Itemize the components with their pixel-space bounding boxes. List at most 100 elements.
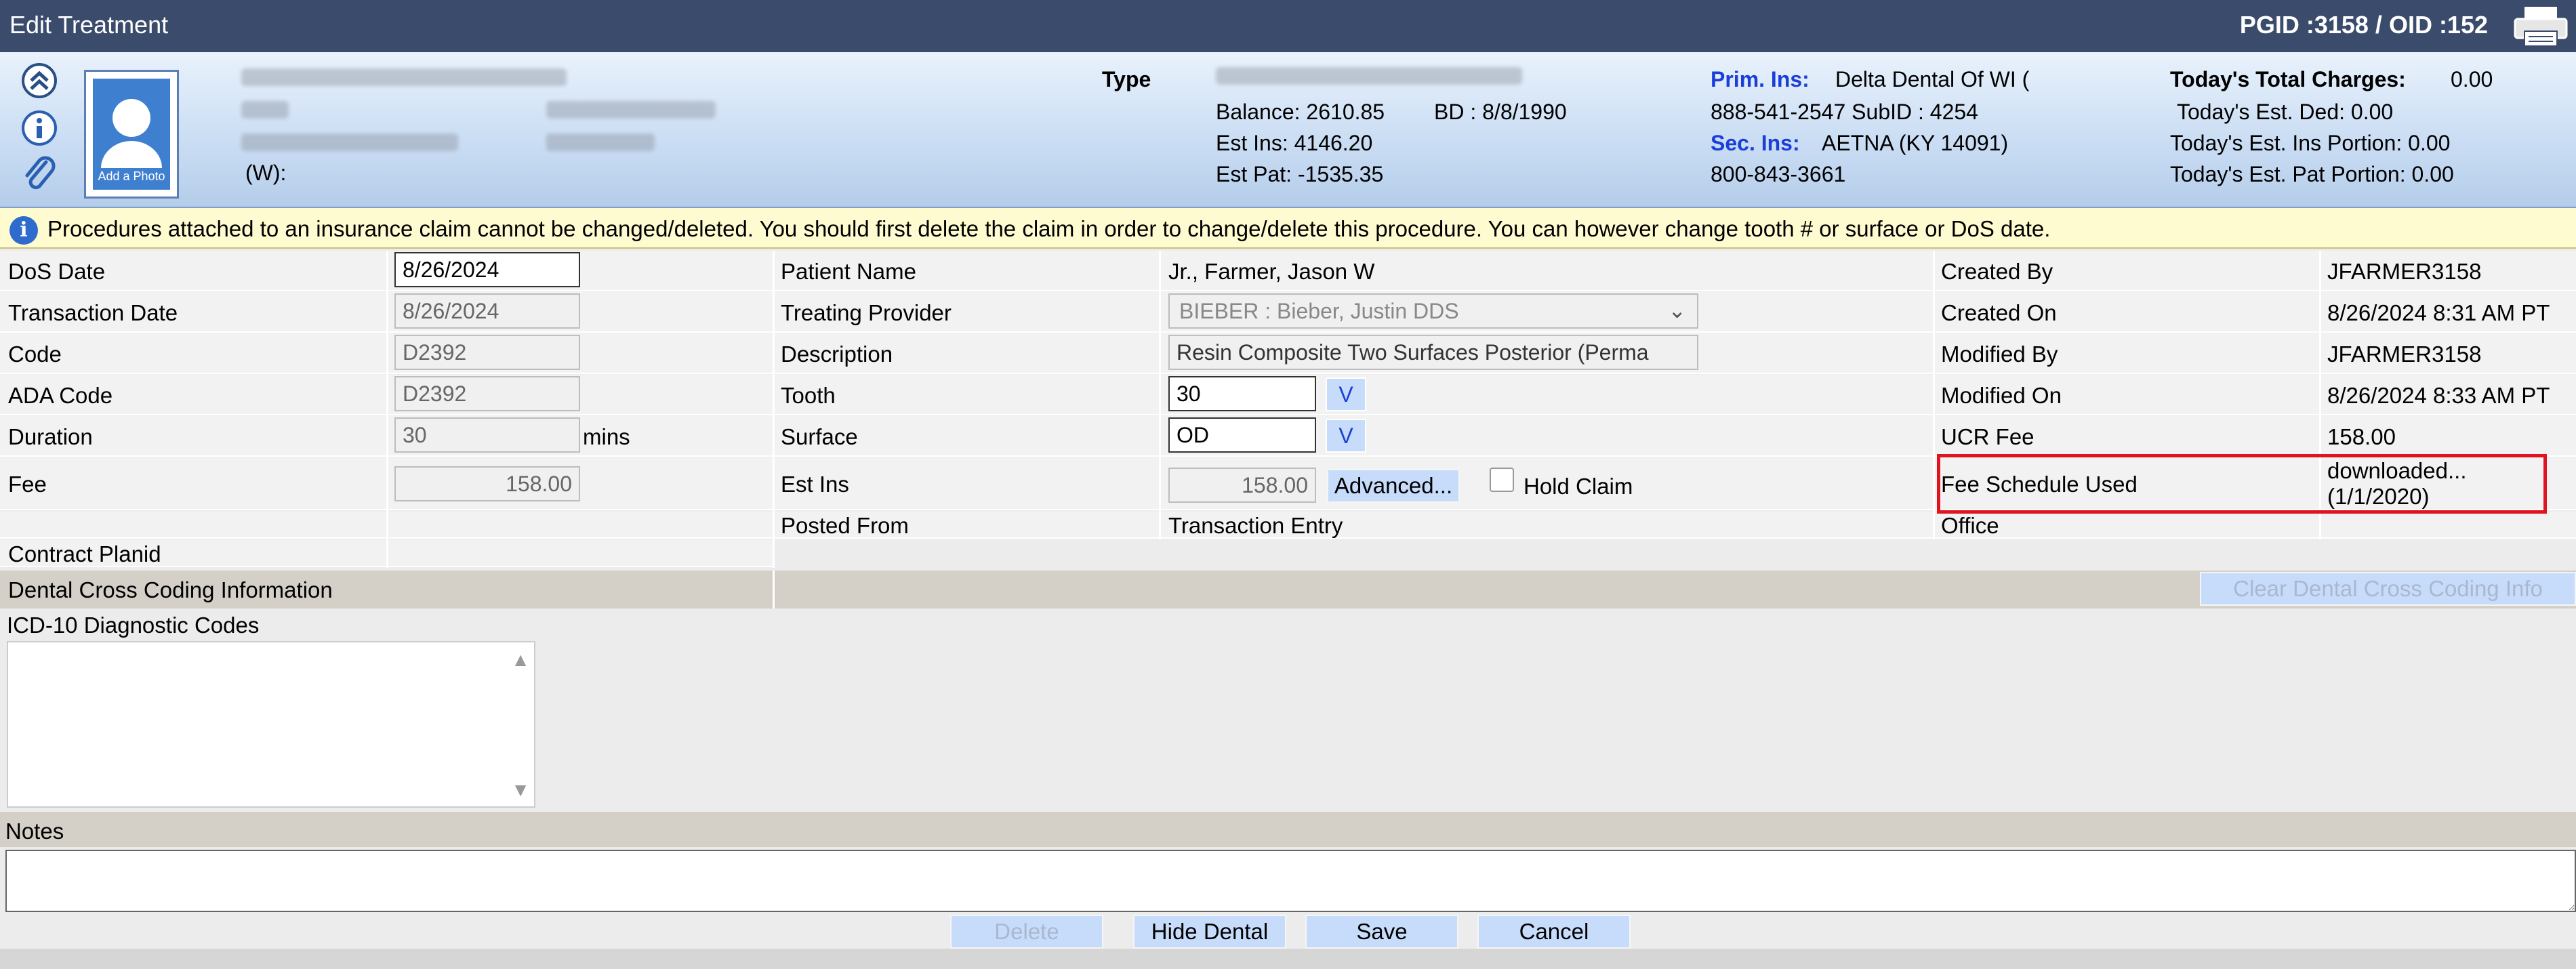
modified-by-label: Modified By [1941,342,2058,367]
cross-coding-bar [0,571,2576,609]
photo-caption: Add a Photo [98,169,165,183]
created-on-value: 8/26/2024 8:31 AM PT [2327,300,2550,325]
blurred-field [546,133,655,151]
dos-label: DoS Date [8,259,106,284]
surface-label: Surface [781,424,858,449]
cancel-button[interactable]: Cancel [1477,915,1631,949]
printer-icon[interactable] [2511,4,2571,49]
description-input[interactable] [1168,335,1698,370]
info-icon: i [9,216,38,245]
info-icon[interactable] [20,109,58,147]
fee-schedule-highlight [1937,454,2547,514]
est-ins-label: Est Ins [781,472,849,497]
code-label: Code [8,342,62,367]
save-button[interactable]: Save [1305,915,1458,949]
divider [1159,251,1161,539]
sec-ins-label: Sec. Ins: [1711,131,1800,155]
est-ded: Today's Est. Ded: 0.00 [2177,100,2394,124]
ucr-fee-value: 158.00 [2327,424,2396,449]
notes-label: Notes [5,819,64,844]
banner-text: Procedures attached to an insurance clai… [47,216,2051,241]
est-ins-input[interactable] [1168,468,1316,503]
surface-input[interactable] [1168,417,1316,453]
work-phone-label: (W): [245,161,287,185]
bottom-strip [0,949,2576,969]
add-photo-button[interactable]: Add a Photo [84,70,179,199]
blurred-patient-name [241,68,567,86]
prim-ins-details: 888-541-2547 SubID : 4254 [1711,100,1978,124]
collapse-icon[interactable] [20,62,58,100]
est-pat: Est Pat: -1535.35 [1216,162,1384,186]
patient-name-value: Jr., Farmer, Jason W [1168,259,1375,284]
transaction-date-input[interactable] [394,293,580,329]
practice-ids: PGID :3158 / OID :152 [2239,11,2488,39]
duration-input[interactable] [394,417,580,453]
transaction-date-label: Transaction Date [8,300,178,325]
hide-dental-button[interactable]: Hide Dental [1133,915,1286,949]
hold-claim-checkbox[interactable] [1490,468,1514,492]
posted-from-value: Transaction Entry [1168,513,1343,538]
advanced-button[interactable]: Advanced... [1327,469,1460,503]
chevron-down-icon: ⌄ [1668,298,1686,323]
created-by-label: Created By [1941,259,2053,284]
delete-button[interactable]: Delete [950,915,1103,949]
ada-code-label: ADA Code [8,383,113,408]
title-bar: Edit Treatment PGID :3158 / OID :152 [0,0,2576,52]
balance: Balance: 2610.85 [1216,100,1385,124]
divider [773,251,775,568]
office-label: Office [1941,513,1999,538]
est-ins-portion: Today's Est. Ins Portion: 0.00 [2170,131,2451,155]
treating-provider-label: Treating Provider [781,300,952,325]
divider [1933,251,1935,539]
contract-planid-label: Contract Planid [8,541,161,566]
scroll-up-icon[interactable]: ▲ [511,649,530,671]
ada-code-input[interactable] [394,376,580,411]
created-by-value: JFARMER3158 [2327,259,2482,284]
posted-from-label: Posted From [781,513,909,538]
total-charges-label: Today's Total Charges: [2170,67,2406,91]
type-label: Type [1102,67,1151,91]
divider [386,251,388,568]
duration-label: Duration [8,424,93,449]
est-pat-portion: Today's Est. Pat Portion: 0.00 [2170,162,2454,186]
attachment-icon[interactable] [20,154,58,192]
duration-unit: mins [583,424,630,449]
tooth-label: Tooth [781,383,836,408]
icd10-codes-list[interactable]: ▲ ▼ [7,641,535,808]
tooth-input[interactable] [1168,376,1316,411]
window-title: Edit Treatment [9,11,169,39]
modified-on-value: 8/26/2024 8:33 AM PT [2327,383,2550,408]
est-ins: Est Ins: 4146.20 [1216,131,1373,155]
modified-on-label: Modified On [1941,383,2062,408]
divider [773,571,775,609]
fee-label: Fee [8,472,47,497]
surface-picker-button[interactable]: V [1326,419,1366,453]
info-banner: i Procedures attached to an insurance cl… [0,208,2576,249]
modified-by-value: JFARMER3158 [2327,342,2482,367]
description-label: Description [781,342,893,367]
patient-header: Add a Photo (W): Type Balance: 2610.85 B… [0,52,2576,208]
hold-claim-label: Hold Claim [1524,474,1633,499]
sec-ins-phone: 800-843-3661 [1711,162,1846,186]
blurred-field [241,101,289,119]
code-input[interactable] [394,335,580,370]
created-on-label: Created On [1941,300,2057,325]
fee-input[interactable] [394,466,580,501]
blurred-phone [241,133,458,151]
total-charges-value: 0.00 [2451,67,2493,91]
blurred-responsible-party [1216,67,1522,85]
cross-coding-title: Dental Cross Coding Information [8,577,333,602]
treating-provider-select[interactable]: BIEBER : Bieber, Justin DDS ⌄ [1168,293,1698,329]
prim-ins-label: Prim. Ins: [1711,67,1810,91]
tooth-picker-button[interactable]: V [1326,377,1366,411]
ucr-fee-label: UCR Fee [1941,424,2035,449]
birth-date: BD : 8/8/1990 [1434,100,1567,124]
dos-date-input[interactable] [394,252,580,287]
notes-textarea[interactable] [5,850,2576,912]
treating-provider-value: BIEBER : Bieber, Justin DDS [1179,299,1459,323]
patient-name-label: Patient Name [781,259,916,284]
prim-ins-value: Delta Dental Of WI ( [1835,67,2030,91]
clear-cross-coding-button[interactable]: Clear Dental Cross Coding Info [2200,572,2576,606]
scroll-down-icon[interactable]: ▼ [511,779,530,801]
sec-ins-value: AETNA (KY 14091) [1822,131,2009,155]
